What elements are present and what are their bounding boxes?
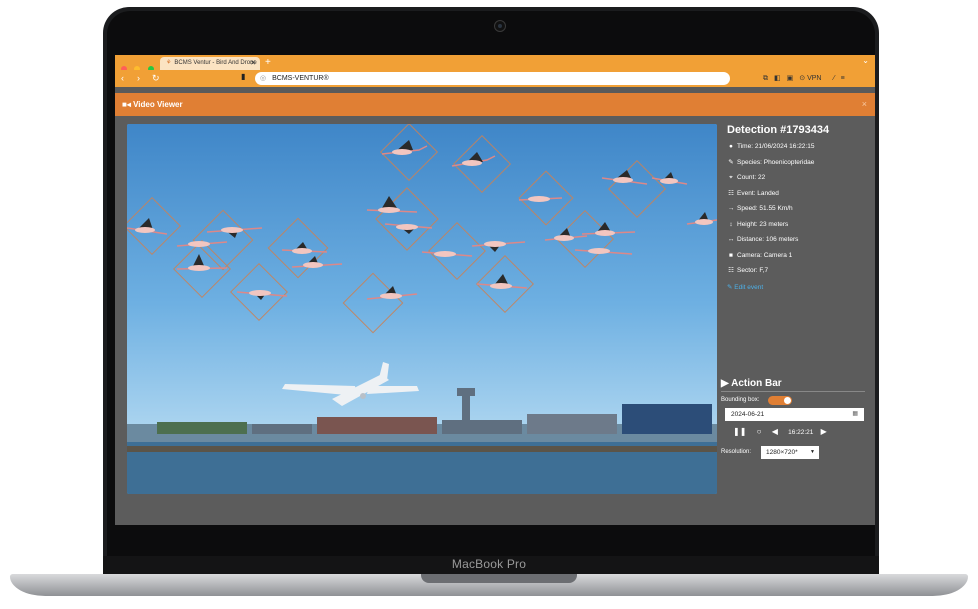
playback-time: 16:22:21 bbox=[788, 429, 814, 436]
tab-title: BCMS Ventur - Bird And Drone bbox=[174, 60, 257, 66]
bird-logo-icon: ⚘ bbox=[166, 60, 172, 66]
modal-title: ■◂ Video Viewer bbox=[122, 93, 183, 116]
video-frame bbox=[127, 124, 717, 494]
playback-controls: ❚❚ ○ ◀ 16:22:21 ▶ bbox=[733, 427, 835, 439]
detection-speed-text: Speed: 51.55 Km/h bbox=[737, 205, 793, 212]
detection-time-text: Time: 21/06/2024 16:22:15 bbox=[737, 143, 815, 150]
site-info-icon[interactable]: ◎ bbox=[260, 75, 266, 82]
detection-event: ☷ Event: Landed bbox=[727, 189, 867, 205]
detection-time: ● Time: 21/06/2024 16:22:15 bbox=[727, 142, 867, 158]
browser-tab[interactable]: ⚘ BCMS Ventur - Bird And Drone ✕ bbox=[160, 57, 260, 70]
resolution-label: Resolution: bbox=[721, 449, 752, 455]
detection-species: ✎ Species: Phoenicopteridae bbox=[727, 158, 867, 174]
wallet-icon[interactable]: ⁄ bbox=[833, 75, 834, 82]
screenshot-icon[interactable]: ▣ bbox=[787, 75, 794, 82]
detection-panel: Detection #1793434 ● Time: 21/06/2024 16:… bbox=[727, 124, 867, 291]
action-bar-title-text: Action Bar bbox=[731, 378, 782, 389]
modal-title-text: Video Viewer bbox=[133, 100, 183, 109]
modal-header: ■◂ Video Viewer × bbox=[115, 93, 875, 116]
bookmark-icon[interactable]: ▮ bbox=[241, 72, 245, 81]
resolution-value: 1280×720* bbox=[766, 449, 798, 456]
reload-icon[interactable]: ↻ bbox=[152, 72, 160, 85]
resolution-select[interactable]: 1280×720* ▼ bbox=[761, 446, 819, 459]
edit-event-link[interactable]: ✎ Edit event bbox=[727, 283, 867, 291]
screen: ⚘ BCMS Ventur - Bird And Drone ✕ + ⌄ ‹ › … bbox=[115, 55, 875, 525]
tab-close-icon[interactable]: ✕ bbox=[250, 57, 256, 70]
vpn-label: VPN bbox=[807, 75, 822, 82]
distance-arrows-icon: ↔ bbox=[727, 236, 735, 243]
bounding-box-label: Bounding box: bbox=[721, 397, 760, 403]
clock-icon: ● bbox=[729, 143, 733, 150]
detection-speed: → Speed: 51.55 Km/h bbox=[727, 204, 867, 220]
video-camera-icon: ■◂ bbox=[122, 100, 131, 109]
video-camera-icon: ■ bbox=[729, 251, 733, 259]
modal-body: Detection #1793434 ● Time: 21/06/2024 16:… bbox=[115, 116, 875, 525]
detection-event-text: Event: Landed bbox=[737, 189, 779, 197]
play-icon: ▶ bbox=[721, 378, 729, 389]
bounding-box-row: Bounding box: bbox=[721, 394, 865, 406]
browser-toolbar: ⧉ ◧ ▣ ⊙ VPN ⁄ ≡ bbox=[763, 73, 851, 84]
edit-icon: ✎ bbox=[727, 283, 733, 291]
device-brand: MacBook Pro bbox=[451, 557, 527, 571]
menu-icon[interactable]: ≡ bbox=[841, 75, 845, 82]
chevron-down-icon: ▼ bbox=[810, 449, 815, 455]
feather-icon: ✎ bbox=[728, 158, 734, 166]
arrow-right-icon: → bbox=[727, 205, 735, 212]
vpn-button[interactable]: ⊙ VPN bbox=[799, 75, 827, 82]
forward-icon[interactable]: › bbox=[137, 72, 140, 85]
sidebar-icon[interactable]: ◧ bbox=[774, 75, 781, 82]
detection-species-text: Species: Phoenicopteridae bbox=[737, 158, 815, 166]
detection-distance-text: Distance: 106 meters bbox=[737, 236, 799, 243]
next-frame-button[interactable]: ▶ bbox=[821, 427, 827, 436]
breakwater bbox=[127, 446, 717, 452]
edit-event-text: Edit event bbox=[734, 283, 764, 291]
video-player[interactable] bbox=[127, 124, 717, 494]
modal-close-button[interactable]: × bbox=[862, 93, 867, 116]
bounding-box-toggle[interactable] bbox=[768, 396, 792, 405]
detection-count-text: Count: 22 bbox=[737, 174, 766, 181]
back-icon[interactable]: ‹ bbox=[121, 72, 124, 85]
calendar-icon[interactable]: ▦ bbox=[852, 408, 858, 421]
previous-frame-button[interactable]: ◀ bbox=[772, 427, 778, 436]
detection-distance: ↔ Distance: 106 meters bbox=[727, 235, 867, 251]
action-bar: ▶ Action Bar Bounding box: 2024-06-21 ▦ … bbox=[721, 378, 865, 459]
detection-count: ⌖ Count: 22 bbox=[727, 173, 867, 189]
chevron-down-icon[interactable]: ⌄ bbox=[862, 56, 869, 65]
webcam bbox=[494, 20, 506, 32]
detection-height: ↕ Height: 23 meters bbox=[727, 220, 867, 236]
date-field[interactable]: 2024-06-21 ▦ bbox=[725, 408, 864, 421]
browser-address-bar: ‹ › ↻ ▮ ◎ BCMS-VENTUR® ⧉ ◧ ▣ ⊙ VPN ⁄ ≡ bbox=[115, 70, 875, 87]
browser-tab-bar: ⚘ BCMS Ventur - Bird And Drone ✕ + ⌄ bbox=[115, 55, 875, 72]
detection-height-text: Height: 23 meters bbox=[737, 220, 789, 228]
date-value: 2024-06-21 bbox=[731, 411, 765, 418]
detection-camera-text: Camera: Camera 1 bbox=[737, 251, 793, 259]
height-arrows-icon: ↕ bbox=[729, 220, 733, 228]
url-field[interactable]: ◎ BCMS-VENTUR® bbox=[255, 72, 730, 85]
detection-sector-text: Sector: F,7 bbox=[737, 267, 769, 274]
grid-icon: ☷ bbox=[728, 189, 734, 197]
detection-title: Detection #1793434 bbox=[727, 124, 830, 136]
url-text: BCMS-VENTUR® bbox=[272, 75, 329, 82]
new-tab-button[interactable]: + bbox=[265, 56, 271, 69]
record-button[interactable]: ○ bbox=[757, 427, 762, 436]
laptop-notch bbox=[421, 574, 577, 583]
extensions-icon[interactable]: ⧉ bbox=[763, 75, 768, 82]
pause-button[interactable]: ❚❚ bbox=[733, 427, 746, 436]
action-bar-title: ▶ Action Bar bbox=[721, 378, 865, 392]
detection-sector: ☷ Sector: F,7 bbox=[727, 266, 867, 282]
map-pin-icon: ⌖ bbox=[729, 174, 733, 181]
sector-grid-icon: ☷ bbox=[728, 267, 734, 274]
detection-camera: ■ Camera: Camera 1 bbox=[727, 251, 867, 267]
